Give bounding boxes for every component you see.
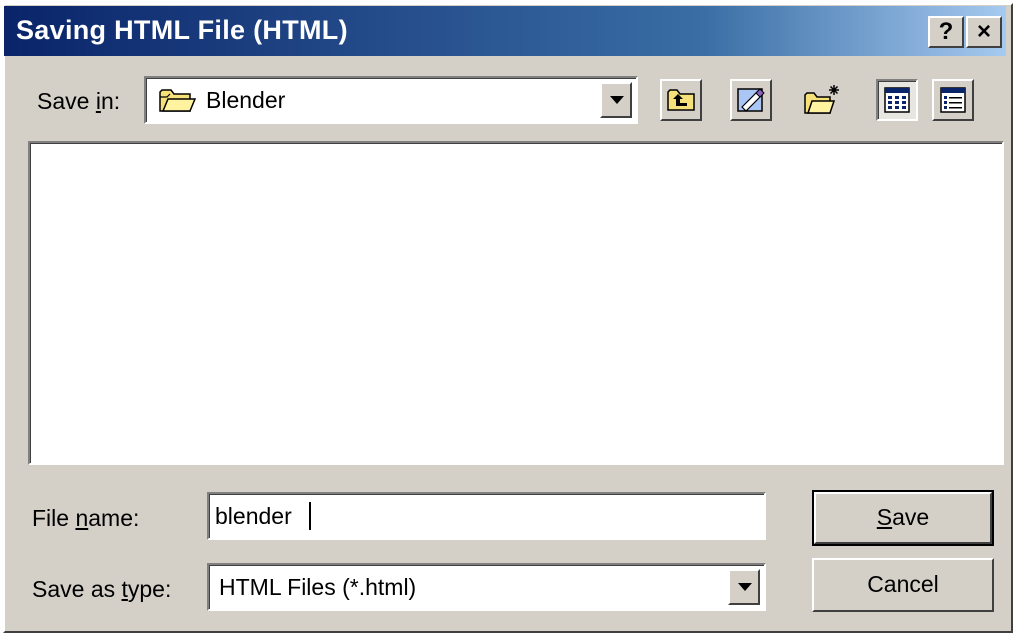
new-folder-icon bbox=[802, 83, 842, 122]
save-as-type-label: Save as type: bbox=[32, 576, 172, 602]
save-in-label: Save in: bbox=[37, 88, 121, 114]
close-button[interactable]: × bbox=[966, 16, 1002, 48]
window-title: Saving HTML File (HTML) bbox=[16, 15, 348, 45]
save-button[interactable]: Save bbox=[812, 490, 994, 546]
chevron-down-icon bbox=[610, 96, 624, 104]
cancel-button-label: Cancel bbox=[867, 571, 939, 597]
details-view-icon bbox=[940, 87, 966, 118]
up-one-level-button[interactable] bbox=[660, 79, 702, 121]
save-as-type-combobox[interactable]: HTML Files (*.html) bbox=[207, 563, 766, 611]
help-button[interactable]: ? bbox=[928, 16, 964, 48]
list-view-button[interactable] bbox=[876, 79, 918, 121]
save-in-value: Blender bbox=[206, 87, 286, 113]
details-view-button[interactable] bbox=[932, 79, 974, 121]
new-folder-button[interactable] bbox=[800, 79, 842, 121]
save-in-combobox[interactable]: Blender bbox=[144, 76, 638, 124]
save-as-type-dropdown-button[interactable] bbox=[728, 569, 760, 605]
desktop-button[interactable] bbox=[730, 79, 772, 121]
cancel-button[interactable]: Cancel bbox=[812, 558, 994, 612]
file-name-label: File name: bbox=[32, 505, 140, 531]
up-one-level-icon bbox=[666, 86, 696, 119]
chevron-down-icon bbox=[738, 583, 752, 591]
list-view-icon bbox=[884, 87, 910, 118]
text-cursor bbox=[309, 502, 311, 530]
desktop-icon bbox=[736, 85, 766, 120]
file-name-input[interactable]: blender bbox=[207, 492, 766, 540]
file-list[interactable] bbox=[28, 141, 1004, 465]
title-bar[interactable]: Saving HTML File (HTML) ? × bbox=[4, 6, 1006, 56]
save-as-type-value: HTML Files (*.html) bbox=[219, 574, 417, 600]
save-in-dropdown-button[interactable] bbox=[600, 82, 632, 118]
folder-icon bbox=[158, 86, 197, 119]
file-name-value: blender bbox=[215, 503, 292, 529]
save-button-label: Save bbox=[876, 504, 930, 530]
